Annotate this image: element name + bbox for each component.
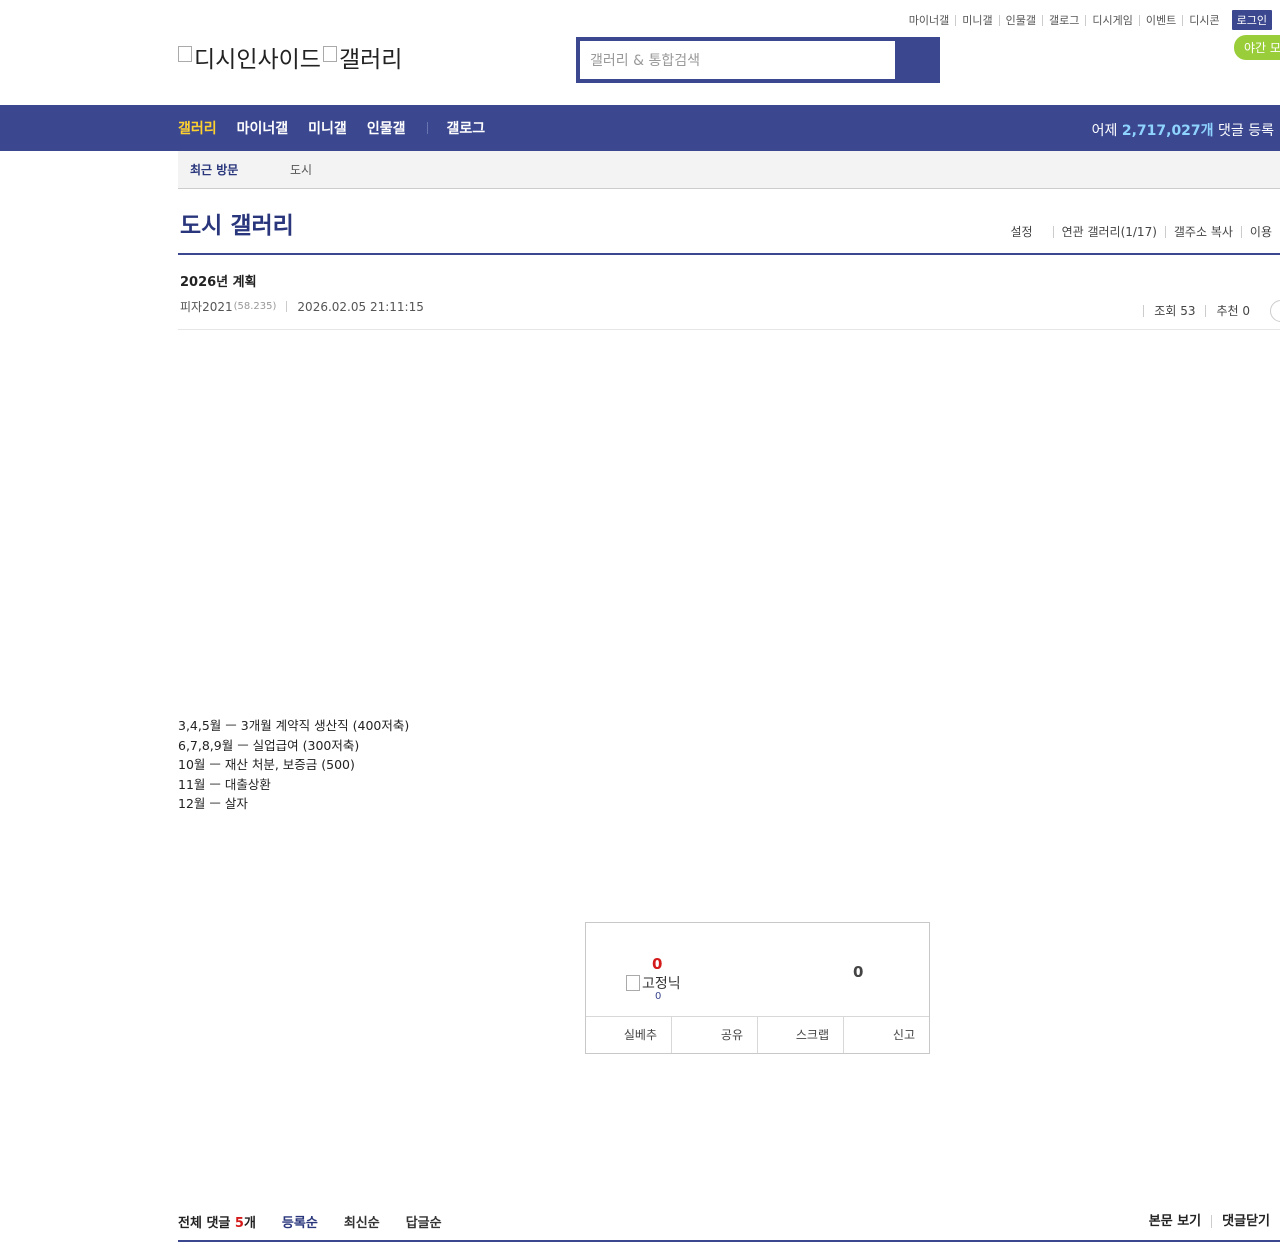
post-line: 6,7,8,9월 ㅡ 실업급여 (300저축) xyxy=(178,737,360,753)
upvote-count[interactable]: 0 xyxy=(652,955,662,973)
post-author[interactable]: 피자2021 xyxy=(180,298,233,315)
util-link-person[interactable]: 인물갤 xyxy=(998,14,1042,26)
util-link-event[interactable]: 이벤트 xyxy=(1138,14,1182,26)
post-ip: (58.235) xyxy=(233,301,277,312)
comment-unit: 개 xyxy=(243,1216,256,1231)
comment-count: 5 xyxy=(234,1216,244,1231)
usage-link[interactable]: 이용 xyxy=(1240,226,1280,238)
header-divider xyxy=(178,329,1280,330)
best-recommend-button[interactable]: 실베추 xyxy=(586,1017,671,1053)
sort-registered[interactable]: 등록순 xyxy=(282,1212,318,1231)
comments-bar: 전체 댓글 5개 등록순 최신순 답글순 본문 보기 댓글닫기 xyxy=(178,1212,1280,1231)
fixed-nick-alt: 고정닉 xyxy=(642,976,681,992)
nav-item-gallery[interactable]: 갤러리 xyxy=(178,118,217,138)
main-nav: 갤러리 마이너갤 미니갤 인물갤 갤로그 어제 2,717,027개 댓글 등록 xyxy=(0,105,1280,151)
nav-item-mini[interactable]: 미니갤 xyxy=(308,118,347,138)
fixed-nick-button[interactable]: 고정닉 xyxy=(626,973,681,993)
settings-link[interactable]: 설정 xyxy=(1002,226,1040,238)
util-link-dccon[interactable]: 디시콘 xyxy=(1182,14,1225,26)
stat-prefix: 어제 xyxy=(1091,123,1118,139)
comments-divider xyxy=(178,1240,1280,1242)
recommend-box: 0 고정닉 0 0 실베추 공유 스크랩 신고 xyxy=(585,922,930,1054)
sort-latest[interactable]: 최신순 xyxy=(344,1212,380,1231)
meta-divider xyxy=(286,301,288,312)
broken-image-icon xyxy=(626,975,640,991)
view-post-link[interactable]: 본문 보기 xyxy=(1139,1215,1211,1228)
util-link-gallog[interactable]: 갤로그 xyxy=(1042,14,1085,26)
sort-replies[interactable]: 답글순 xyxy=(406,1212,442,1231)
util-link-game[interactable]: 디시게임 xyxy=(1085,14,1138,26)
broken-image-icon xyxy=(322,46,337,62)
utility-links: 마이너갤 미니갤 인물갤 갤로그 디시게임 이벤트 디시콘 로그인 xyxy=(903,10,1272,30)
comment-total-label: 전체 댓글 5개 xyxy=(178,1212,256,1231)
nav-item-gallog[interactable]: 갤로그 xyxy=(446,118,485,138)
comment-actions: 본문 보기 댓글닫기 xyxy=(1139,1215,1280,1228)
view-count: 조회 53 xyxy=(1143,305,1205,317)
post-date: 2026.02.05 21:11:15 xyxy=(297,299,424,314)
copy-address-link[interactable]: 갤주소 복사 xyxy=(1164,226,1241,238)
post-line: 12월 ㅡ 살자 xyxy=(178,796,248,812)
fixed-nick-count: 0 xyxy=(655,991,662,1002)
recent-item[interactable]: 도시 xyxy=(290,161,312,178)
recommend-actions: 실베추 공유 스크랩 신고 xyxy=(586,1016,929,1053)
report-button[interactable]: 신고 xyxy=(843,1017,929,1053)
gallery-tools: 설정 연관 갤러리(1/17) 갤주소 복사 이용 xyxy=(1002,226,1280,238)
post-line: 11월 ㅡ 대출상환 xyxy=(178,776,271,792)
post-line: 10월 ㅡ 재산 처분, 보증금 (500) xyxy=(178,757,355,773)
post-stats: 조회 53 추천 0 xyxy=(1143,300,1280,322)
gallery-title[interactable]: 도시 갤러리 xyxy=(180,206,294,240)
util-link-mini[interactable]: 미니갤 xyxy=(955,14,998,26)
scrap-button[interactable]: 스크랩 xyxy=(757,1017,843,1053)
title-divider xyxy=(178,253,1280,255)
nav-item-person[interactable]: 인물갤 xyxy=(367,118,406,138)
search-bar: 갤러리 & 통합검색 xyxy=(576,37,940,83)
site-logo[interactable]: 디시인사이드 갤러리 xyxy=(178,40,404,74)
post-title: 2026년 계획 xyxy=(180,275,257,290)
related-gallery-link[interactable]: 연관 갤러리(1/17) xyxy=(1052,226,1165,238)
logo-site-text: 디시인사이드 xyxy=(194,47,321,73)
share-button[interactable]: 공유 xyxy=(671,1017,757,1053)
post-body: 3,4,5월 ㅡ 3개월 계약직 생산직 (400저축) 6,7,8,9월 ㅡ … xyxy=(178,716,409,814)
comment-total-text: 전체 댓글 xyxy=(178,1216,231,1231)
post-meta: 피자2021 (58.235) 2026.02.05 21:11:15 xyxy=(180,298,424,315)
recent-visits: 최근 방문 도시 xyxy=(178,151,1280,189)
comment-stat: 어제 2,717,027개 댓글 등록 xyxy=(1092,120,1274,140)
recent-label: 최근 방문 xyxy=(190,163,239,177)
login-button[interactable]: 로그인 xyxy=(1231,10,1272,30)
nav-divider xyxy=(427,122,429,134)
downvote-count[interactable]: 0 xyxy=(853,963,863,981)
stat-count: 2,717,027개 xyxy=(1121,123,1214,139)
search-input[interactable]: 갤러리 & 통합검색 xyxy=(580,41,895,79)
close-comments-link[interactable]: 댓글닫기 xyxy=(1211,1215,1280,1228)
stat-suffix: 댓글 등록 xyxy=(1218,123,1274,139)
nav-item-minor[interactable]: 마이너갤 xyxy=(237,118,289,138)
logo-section-text: 갤러리 xyxy=(338,47,403,73)
night-mode-button[interactable]: 야간 모드 xyxy=(1234,35,1280,60)
more-button[interactable] xyxy=(1270,300,1280,322)
util-link-minor[interactable]: 마이너갤 xyxy=(903,15,955,26)
search-button[interactable] xyxy=(896,41,936,79)
recommend-count: 추천 0 xyxy=(1205,305,1260,317)
post-line: 3,4,5월 ㅡ 3개월 계약직 생산직 (400저축) xyxy=(178,718,410,733)
broken-image-icon xyxy=(178,46,192,62)
